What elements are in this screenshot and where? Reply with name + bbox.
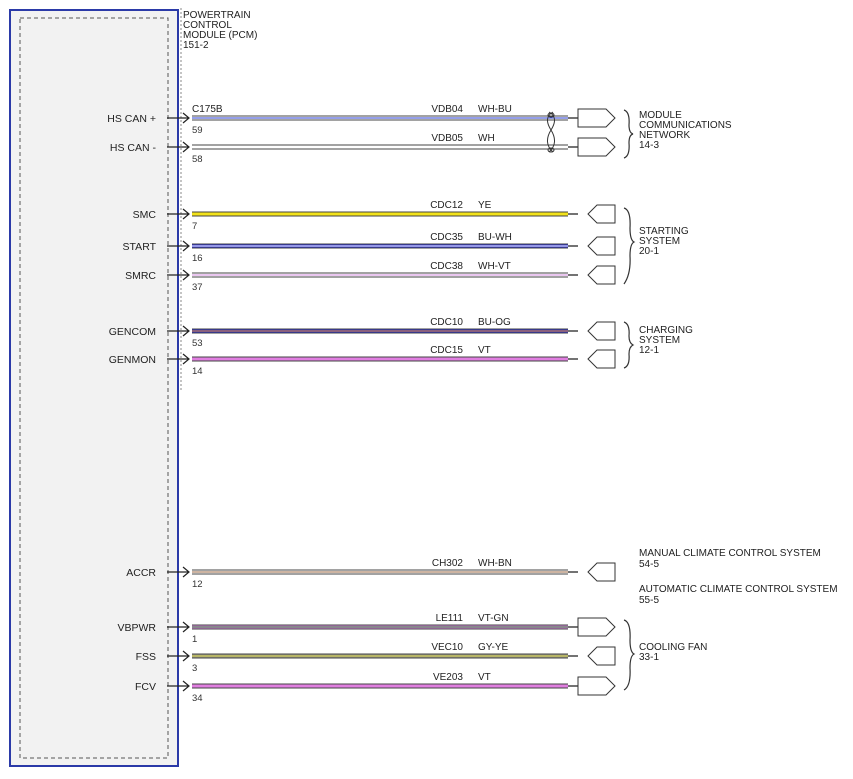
wire-color-code: VT-GN: [478, 613, 509, 624]
circuit-row: FSS 3 VEC10 GY-YE: [136, 642, 616, 674]
wire-color-code: BU-WH: [478, 232, 512, 243]
circuits: HS CAN + 59 VDB04 WH-BU HS CAN - 58 VDB05 WH SMC…: [107, 104, 616, 704]
circuit-id: VDB05: [431, 133, 463, 144]
wire-color-code: WH-BN: [478, 558, 512, 569]
wiring-diagram: POWERTRAIN CONTROL MODULE (PCM) 151-2 C1…: [9, 8, 840, 767]
wire-color-code: BU-OG: [478, 317, 511, 328]
connector-icon: [577, 617, 616, 637]
pin-label: VBPWR: [117, 622, 156, 634]
wire-color-code: GY-YE: [478, 642, 509, 653]
circuit-row: VBPWR 1 LE111 VT-GN: [117, 613, 616, 645]
destination-module-network: MODULE COMMUNICATIONS NETWORK 14-3: [639, 110, 734, 151]
circuit-id: CDC35: [430, 232, 463, 243]
connector-icon: [577, 108, 616, 128]
wire-color-code: WH-VT: [478, 261, 511, 272]
pin-label: SMC: [133, 209, 157, 221]
circuit-id: LE111: [436, 613, 464, 624]
destination-automatic-climate: AUTOMATIC CLIMATE CONTROL SYSTEM 55-5: [639, 584, 840, 606]
destination-cooling-fan: COOLING FAN 33-1: [639, 642, 710, 663]
pin-label: FCV: [135, 681, 156, 693]
connector-icon: [587, 321, 616, 341]
connector-icon: [587, 349, 616, 369]
connector-icon: [587, 562, 616, 582]
pin-number: 1: [192, 634, 197, 645]
pin-number: 12: [192, 579, 203, 590]
circuit-row: HS CAN - 58 VDB05 WH: [110, 133, 616, 165]
pin-label: START: [123, 241, 157, 253]
circuit-row: START 16 CDC35 BU-WH: [123, 232, 616, 264]
pin-label: GENMON: [109, 354, 156, 366]
connector-icon: [587, 265, 616, 285]
pin-number: 59: [192, 125, 203, 136]
pin-label: HS CAN +: [107, 113, 156, 125]
circuit-id: CDC10: [430, 317, 463, 328]
circuit-id: CDC38: [430, 261, 463, 272]
circuit-id: CDC15: [430, 345, 463, 356]
pin-number: 3: [192, 663, 197, 674]
pin-number: 53: [192, 338, 203, 349]
pin-number: 14: [192, 366, 203, 377]
circuit-id: CH302: [432, 558, 464, 569]
circuit-row: GENCOM 53 CDC10 BU-OG: [109, 317, 616, 349]
circuit-row: HS CAN + 59 VDB04 WH-BU: [107, 104, 616, 136]
pin-number: 58: [192, 154, 203, 165]
connector-icon: [577, 676, 616, 696]
connector-icon: [587, 646, 616, 666]
wire-color-code: VT: [478, 345, 491, 356]
pin-label: SMRC: [125, 270, 156, 282]
brace-charging-system: [623, 321, 635, 369]
destination-charging-system: CHARGING SYSTEM 12-1: [639, 325, 696, 356]
pin-number: 7: [192, 221, 197, 232]
wire-color-code: YE: [478, 200, 492, 211]
wire-color-code: WH-BU: [478, 104, 512, 115]
wire-color-code: VT: [478, 672, 491, 683]
module-title: POWERTRAIN CONTROL MODULE (PCM) 151-2: [183, 10, 260, 51]
circuit-row: GENMON 14 CDC15 VT: [109, 345, 616, 377]
brace-module-network: [623, 109, 634, 159]
circuit-row: SMRC 37 CDC38 WH-VT: [125, 261, 616, 293]
pin-label: FSS: [136, 651, 156, 663]
circuit-id: VEC10: [431, 642, 463, 653]
circuit-id: CDC12: [430, 200, 463, 211]
module-title-line: 151-2: [183, 40, 209, 51]
connector-icon: [587, 204, 616, 224]
connector-icon: [577, 137, 616, 157]
circuit-id: VDB04: [431, 104, 463, 115]
brace-cooling-fan: [623, 619, 636, 691]
destination-starting-system: STARTING SYSTEM 20-1: [639, 226, 691, 257]
circuit-row: FCV 34 VE203 VT: [135, 672, 616, 704]
brace-starting-system: [623, 207, 636, 285]
pin-number: 34: [192, 693, 203, 704]
destination-manual-climate: MANUAL CLIMATE CONTROL SYSTEM 54-5: [639, 548, 824, 570]
pin-label: HS CAN -: [110, 142, 157, 154]
connector-icon: [587, 236, 616, 256]
circuit-id: VE203: [433, 672, 463, 683]
circuit-row: ACCR 12 CH302 WH-BN: [126, 558, 616, 590]
pin-label: GENCOM: [109, 326, 156, 338]
pin-label: ACCR: [126, 567, 156, 579]
pin-number: 16: [192, 253, 203, 264]
connector-label: C175B: [192, 104, 223, 115]
pin-number: 37: [192, 282, 203, 293]
circuit-row: SMC 7 CDC12 YE: [133, 200, 616, 232]
wire-color-code: WH: [478, 133, 495, 144]
braces: [623, 109, 636, 691]
